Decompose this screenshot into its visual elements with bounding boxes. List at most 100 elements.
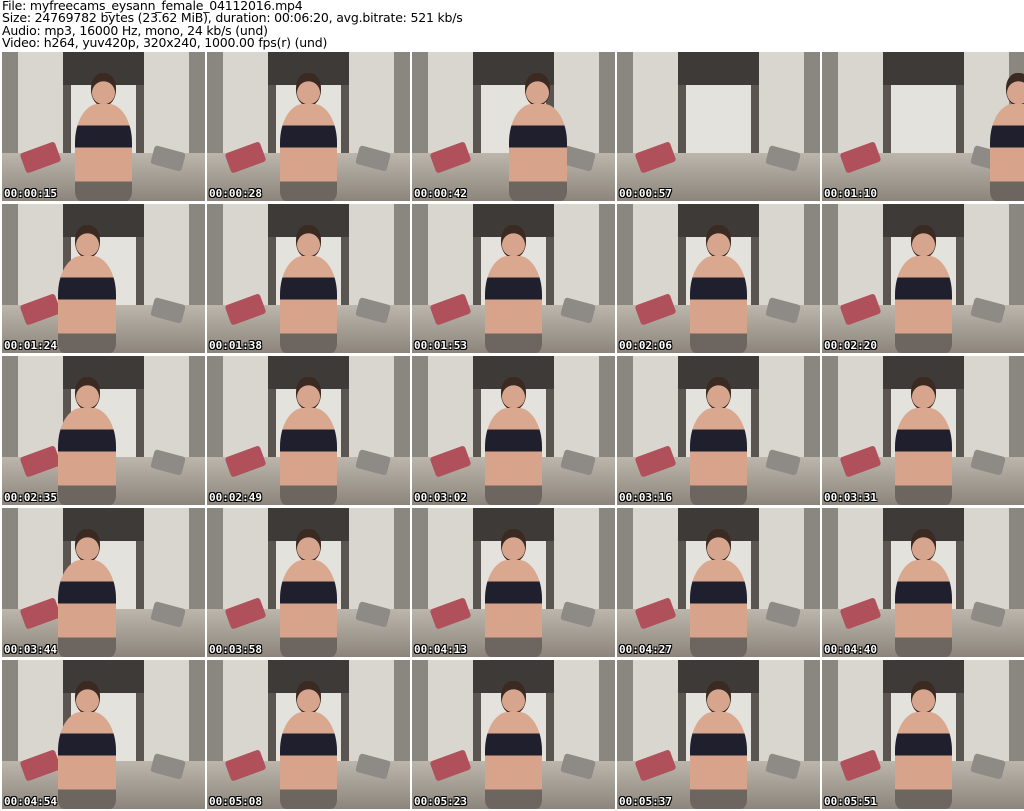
timestamp-label: 00:01:24 <box>4 339 57 352</box>
person-figure <box>889 528 958 657</box>
torso <box>484 407 543 505</box>
video-thumbnail[interactable]: 00:03:44 <box>2 508 205 657</box>
video-thumbnail[interactable]: 00:03:16 <box>617 356 820 505</box>
torso <box>689 711 748 809</box>
head <box>74 376 100 411</box>
torso <box>989 103 1024 201</box>
head <box>91 72 116 107</box>
head <box>501 528 526 563</box>
timestamp-label: 00:00:28 <box>209 187 262 200</box>
person-figure <box>274 224 343 353</box>
person-figure <box>684 224 753 353</box>
head <box>296 680 321 715</box>
video-thumbnail[interactable]: 00:03:58 <box>207 508 410 657</box>
head <box>911 528 936 563</box>
person-figure <box>274 680 343 809</box>
torso <box>74 103 133 201</box>
timestamp-label: 00:05:51 <box>824 795 877 808</box>
timestamp-label: 00:05:37 <box>619 795 672 808</box>
timestamp-label: 00:04:13 <box>414 643 467 656</box>
timestamp-label: 00:04:40 <box>824 643 877 656</box>
video-thumbnail[interactable]: 00:02:35 <box>2 356 205 505</box>
head <box>706 528 731 563</box>
head <box>501 224 526 259</box>
video-thumbnail[interactable]: 00:00:42 <box>412 52 615 201</box>
video-thumbnail[interactable]: 00:02:06 <box>617 204 820 353</box>
timestamp-label: 00:03:02 <box>414 491 467 504</box>
video-thumbnail[interactable]: 00:01:24 <box>2 204 205 353</box>
video-thumbnail[interactable]: 00:03:02 <box>412 356 615 505</box>
video-thumbnail[interactable]: 00:04:13 <box>412 508 615 657</box>
file-info-header: File: myfreecams_eysann_female_04112016.… <box>2 0 463 50</box>
video-thumbnail[interactable]: 00:01:10 <box>822 52 1024 201</box>
torso <box>484 711 543 809</box>
video-thumbnail[interactable]: 00:02:20 <box>822 204 1024 353</box>
timestamp-label: 00:00:15 <box>4 187 57 200</box>
video-thumbnail[interactable]: 00:00:28 <box>207 52 410 201</box>
head <box>501 376 526 411</box>
torso <box>689 255 748 353</box>
person-figure <box>274 376 343 505</box>
torso <box>894 255 953 353</box>
person-figure <box>684 376 753 505</box>
video-thumbnail[interactable]: 00:04:27 <box>617 508 820 657</box>
video-thumbnail[interactable]: 00:05:23 <box>412 660 615 809</box>
person-figure <box>53 680 122 809</box>
head <box>911 224 936 259</box>
torso <box>279 255 338 353</box>
torso <box>484 559 543 657</box>
person-figure <box>274 72 343 201</box>
video-thumbnail[interactable]: 00:01:38 <box>207 204 410 353</box>
torso <box>58 407 117 505</box>
timestamp-label: 00:01:38 <box>209 339 262 352</box>
person-figure <box>684 680 753 809</box>
video-thumbnail[interactable]: 00:05:08 <box>207 660 410 809</box>
shelf <box>677 52 760 85</box>
video-thumbnail[interactable]: 00:05:37 <box>617 660 820 809</box>
video-thumbnail[interactable]: 00:05:51 <box>822 660 1024 809</box>
torso <box>894 559 953 657</box>
timestamp-label: 00:01:10 <box>824 187 877 200</box>
head <box>706 376 731 411</box>
head <box>501 680 526 715</box>
head <box>911 376 936 411</box>
person-figure <box>479 224 548 353</box>
head <box>911 680 936 715</box>
video-info: Video: h264, yuv420p, 320x240, 1000.00 f… <box>2 35 328 51</box>
video-thumbnail[interactable]: 00:00:15 <box>2 52 205 201</box>
torso <box>279 103 338 201</box>
head <box>525 72 551 107</box>
torso <box>58 559 117 657</box>
thumbnail-grid: 00:00:15 00:00:28 00:00:42 00:00:57 00:01:10… <box>2 52 1024 809</box>
timestamp-label: 00:01:53 <box>414 339 467 352</box>
timestamp-label: 00:03:16 <box>619 491 672 504</box>
video-thumbnail[interactable]: 00:04:54 <box>2 660 205 809</box>
video-thumbnail[interactable]: 00:01:53 <box>412 204 615 353</box>
video-thumbnail[interactable]: 00:04:40 <box>822 508 1024 657</box>
person-figure <box>53 528 122 657</box>
head <box>706 224 731 259</box>
video-thumbnail[interactable]: 00:03:31 <box>822 356 1024 505</box>
person-figure <box>53 376 122 505</box>
person-figure <box>984 72 1024 201</box>
person-figure <box>684 528 753 657</box>
person-figure <box>889 376 958 505</box>
timestamp-label: 00:04:27 <box>619 643 672 656</box>
torso <box>484 255 543 353</box>
shelf <box>882 52 965 85</box>
timestamp-label: 00:03:44 <box>4 643 57 656</box>
timestamp-label: 00:02:06 <box>619 339 672 352</box>
person-figure <box>503 72 572 201</box>
torso <box>508 103 567 201</box>
torso <box>689 559 748 657</box>
timestamp-label: 00:05:08 <box>209 795 262 808</box>
video-thumbnail[interactable]: 00:02:49 <box>207 356 410 505</box>
timestamp-label: 00:03:58 <box>209 643 262 656</box>
timestamp-label: 00:04:54 <box>4 795 57 808</box>
person-figure <box>479 680 548 809</box>
video-thumbnail[interactable]: 00:00:57 <box>617 52 820 201</box>
timestamp-label: 00:02:20 <box>824 339 877 352</box>
torso <box>279 407 338 505</box>
head <box>296 72 321 107</box>
torso <box>689 407 748 505</box>
